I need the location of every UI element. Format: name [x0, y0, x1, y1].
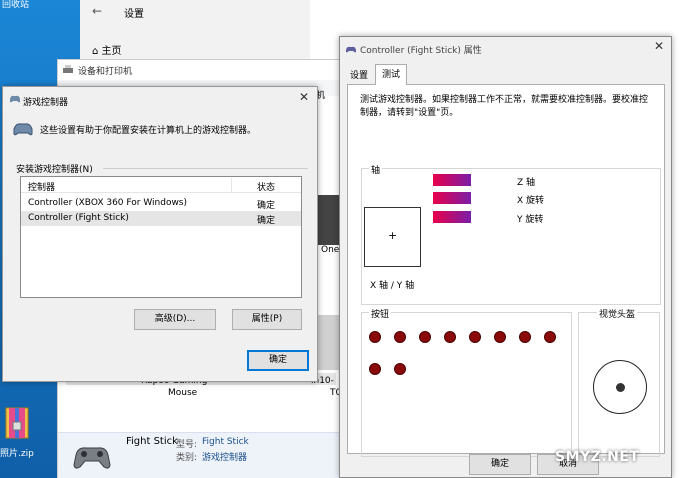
- joystick-button-indicator: [469, 331, 481, 343]
- xy-axis-display: +: [364, 207, 421, 267]
- controller-name: Controller (Fight Stick): [28, 213, 129, 223]
- joystick-button-indicator: [369, 363, 381, 375]
- home-icon: ⌂: [92, 46, 102, 57]
- tab-settings[interactable]: 设置: [344, 67, 374, 85]
- y-rotation-label: Y 旋转: [517, 215, 544, 225]
- joystick-button-indicator: [394, 331, 406, 343]
- list-header: 控制器 状态: [21, 177, 301, 193]
- close-icon[interactable]: ✕: [654, 39, 664, 53]
- game-controllers-dialog: 游戏控制器 ✕ 这些设置有助于你配置安装在计算机上的游戏控制器。 安装游戏控制器…: [2, 86, 318, 382]
- joystick-button-indicator: [444, 331, 456, 343]
- back-arrow-icon[interactable]: ←: [92, 4, 102, 18]
- category-value: 游戏控制器: [202, 453, 248, 463]
- ok-button[interactable]: 确定: [469, 454, 531, 475]
- controller-name: Controller (XBOX 360 For Windows): [28, 198, 188, 208]
- pov-hat-display: [593, 360, 647, 414]
- devices-window-title: 设备和打印机: [78, 67, 133, 77]
- joystick-button-indicator: [394, 363, 406, 375]
- group-divider: [103, 168, 308, 169]
- x-rotation-label: X 旋转: [517, 196, 545, 206]
- properties-button[interactable]: 属性(P): [232, 309, 302, 330]
- joystick-button-indicator: [369, 331, 381, 343]
- gamepad-icon: [346, 46, 356, 53]
- device-label: One: [321, 245, 340, 255]
- list-item[interactable]: Controller (XBOX 360 For Windows) 确定: [21, 196, 301, 211]
- model-key: 型号:: [176, 440, 198, 450]
- column-header-status[interactable]: 状态: [257, 180, 275, 193]
- zip-file-label[interactable]: 照片.zip: [0, 446, 34, 459]
- controller-properties-dialog: Controller (Fight Stick) 属性 ✕ 设置 测试 测试游戏…: [339, 36, 672, 478]
- settings-home-link[interactable]: ⌂ 主页: [92, 42, 122, 57]
- controller-status: 确定: [257, 201, 276, 211]
- recycle-bin-label[interactable]: 回收站: [2, 0, 29, 10]
- gamepad-icon: [10, 95, 20, 103]
- controllers-list[interactable]: 控制器 状态 Controller (XBOX 360 For Windows)…: [20, 176, 302, 298]
- x-rotation-bar: [433, 192, 471, 204]
- buttons-group: [361, 312, 572, 457]
- settings-home-label: 主页: [101, 46, 122, 57]
- pov-indicator: [616, 383, 625, 392]
- watermark: SMYZ.NET: [555, 449, 640, 465]
- close-icon[interactable]: ✕: [299, 90, 309, 104]
- category-key: 类别:: [176, 453, 198, 463]
- model-value: Fight Stick: [202, 437, 249, 447]
- zip-file-icon[interactable]: [0, 404, 34, 444]
- z-axis-bar: [433, 174, 471, 186]
- list-item[interactable]: Controller (Fight Stick) 确定: [21, 211, 301, 226]
- tab-test[interactable]: 测试: [375, 64, 408, 85]
- axes-group-label: 轴: [369, 163, 383, 176]
- controllers-group-label: 安装游戏控制器(N): [16, 165, 93, 175]
- device-name: Fight Stick: [126, 436, 178, 447]
- test-description: 测试游戏控制器。如果控制器工作不正常，就需要校准控制器。要校准控制器，请转到"设…: [360, 95, 649, 118]
- printer-icon: [63, 65, 73, 73]
- controller-status: 确定: [257, 216, 276, 226]
- buttons-group-label: 按钮: [369, 307, 392, 320]
- joystick-button-indicator: [494, 331, 506, 343]
- device-details-pane: Fight Stick 型号: Fight Stick 类别: 游戏控制器: [58, 432, 341, 478]
- dialog-title: 游戏控制器: [23, 98, 69, 108]
- advanced-button[interactable]: 高级(D)...: [134, 309, 216, 330]
- z-axis-label: Z 轴: [517, 178, 536, 188]
- dialog-title: Controller (Fight Stick) 属性: [360, 46, 482, 56]
- crosshair-icon: +: [388, 229, 398, 242]
- joystick-button-indicator: [519, 331, 531, 343]
- gamepad-icon: [73, 447, 111, 469]
- ok-button[interactable]: 确定: [247, 350, 309, 371]
- gamepad-icon: [13, 123, 33, 136]
- test-tab-page: 测试游戏控制器。如果控制器工作不正常，就需要校准控制器。要校准控制器，请转到"设…: [347, 84, 665, 457]
- joystick-button-indicator: [544, 331, 556, 343]
- joystick-button-indicator: [419, 331, 431, 343]
- column-separator[interactable]: [231, 178, 232, 192]
- y-rotation-bar: [433, 211, 471, 223]
- dialog-intro-text: 这些设置有助于你配置安装在计算机上的游戏控制器。: [40, 126, 257, 136]
- xy-axis-label: X 轴 / Y 轴: [370, 281, 415, 291]
- column-header-controller[interactable]: 控制器: [28, 180, 55, 193]
- settings-title: 设置: [124, 9, 144, 20]
- device-label: Mouse: [168, 388, 198, 398]
- pov-group-label: 视觉头盔: [597, 307, 638, 320]
